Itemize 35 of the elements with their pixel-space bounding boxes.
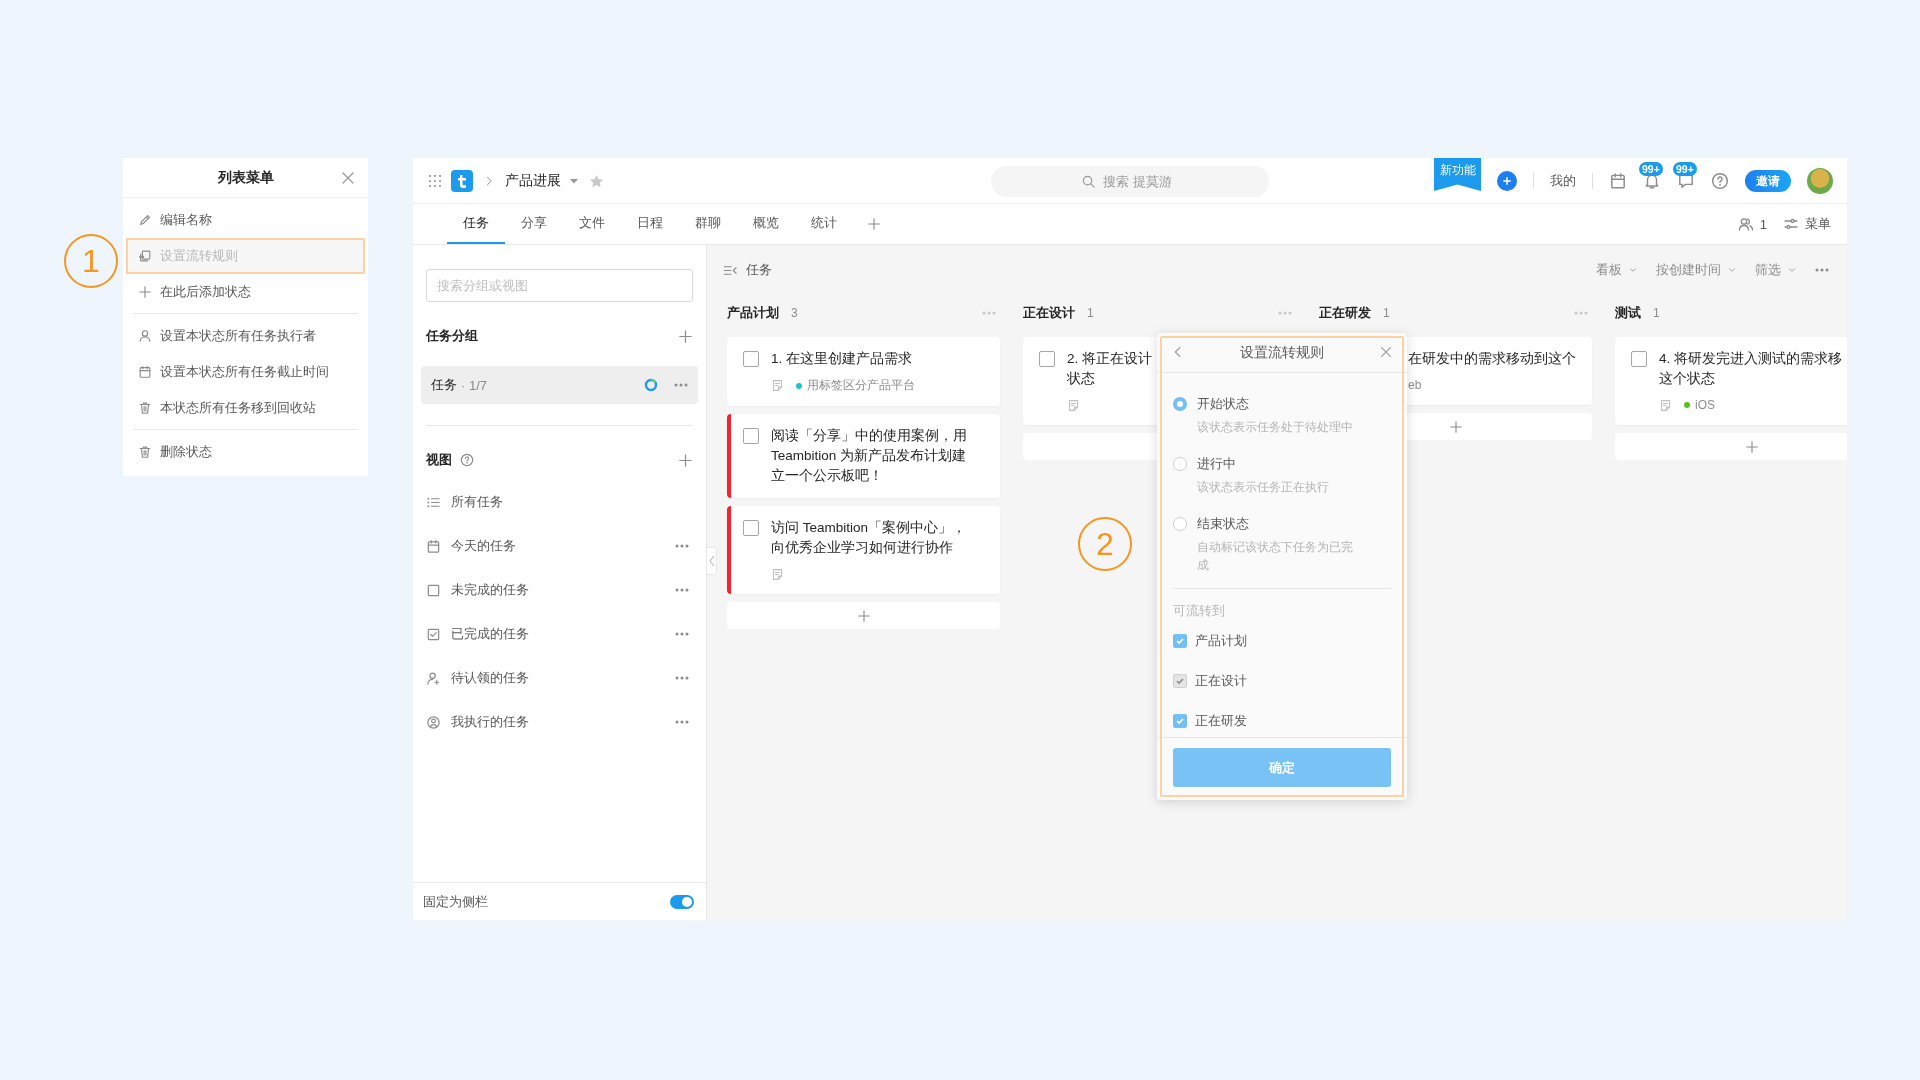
radio-label: 进行中: [1197, 455, 1236, 473]
task-title: 阅读「分享」中的使用案例，用 Teambition 为新产品发布计划建 立一个公示板吧！: [771, 427, 967, 485]
state-description: 自动标记该状态下任务为已完成: [1197, 539, 1354, 574]
task-title: 2. 将正在设计 状态: [1067, 350, 1152, 388]
pin-label: 固定为侧栏: [423, 892, 488, 911]
column-title: 产品计划: [727, 304, 779, 322]
group-count: · 1/7: [461, 377, 487, 393]
radio-label: 开始状态: [1197, 395, 1249, 413]
task-title: 1. 在这里创建产品需求: [771, 350, 913, 368]
task-title: 访问 Teambition「案例中心」， 向优秀企业学习如何进行协作: [771, 519, 967, 557]
column-count: 3: [791, 306, 798, 320]
checkbox-label: 产品计划: [1195, 632, 1247, 650]
column-count: 1: [1383, 306, 1390, 320]
column-title: 测试: [1615, 304, 1641, 322]
section-title: 任务分组: [426, 327, 478, 345]
notification-badge: 99+: [1639, 162, 1663, 176]
column-title: 正在研发: [1319, 304, 1371, 322]
board-title: 任务: [746, 261, 772, 279]
message-badge: 99+: [1673, 162, 1697, 176]
column-count: 1: [1087, 306, 1094, 320]
task-title: 在研发中的需求移动到这个: [1408, 350, 1576, 368]
step-marker: 1: [64, 234, 118, 288]
step-marker: 2: [1078, 517, 1132, 571]
column-title: 正在设计: [1023, 304, 1075, 322]
checkbox-label: 正在研发: [1195, 712, 1247, 730]
task-title: 4. 将研发完进入测试的需求移 这个状态: [1659, 350, 1842, 388]
column-count: 1: [1653, 306, 1660, 320]
section-title: 视图: [426, 451, 452, 469]
group-label: 任务: [431, 376, 457, 394]
section-label: 可流转到: [1173, 603, 1226, 620]
state-description: 该状态表示任务正在执行: [1197, 479, 1330, 496]
state-description: 该状态表示任务处于待处理中: [1197, 419, 1354, 436]
menu-title: 列表菜单: [217, 168, 274, 187]
checkbox-label: 正在设计: [1195, 672, 1247, 690]
radio-label: 结束状态: [1197, 515, 1249, 533]
